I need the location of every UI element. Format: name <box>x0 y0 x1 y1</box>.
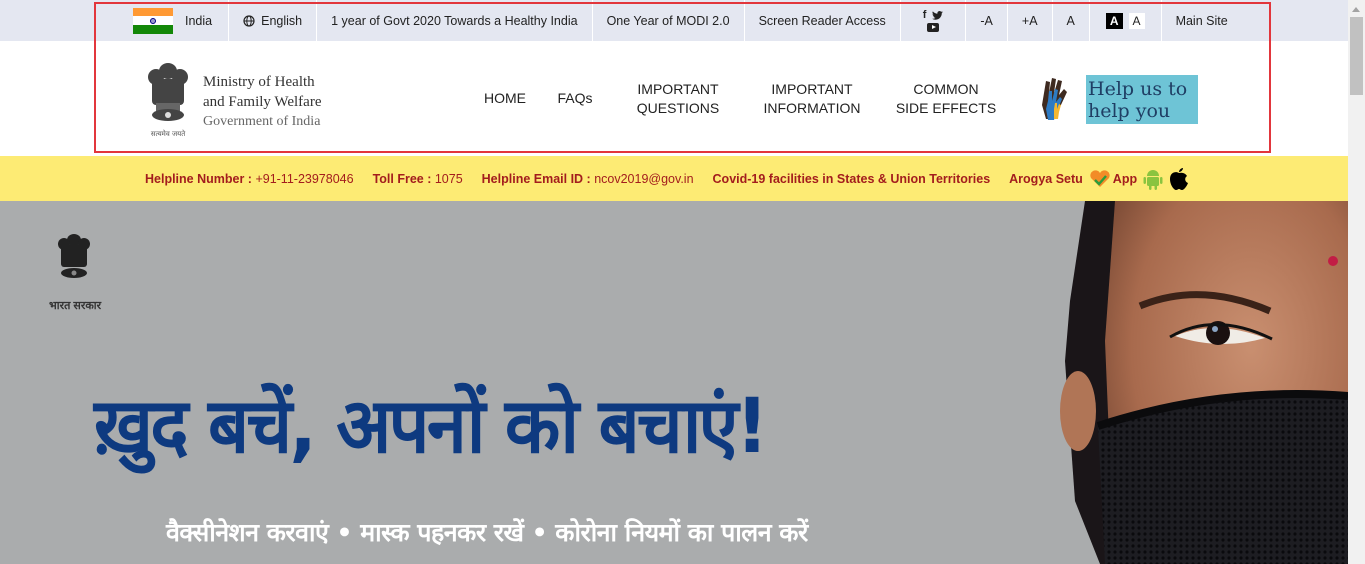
masked-woman-photo <box>1060 201 1348 564</box>
nav-label-line1: IMPORTANT <box>771 80 853 97</box>
help-line-2: help you <box>1088 99 1171 122</box>
nav-label-line1: COMMON <box>913 80 979 97</box>
national-emblem-logo[interactable]: सत्यमेव जयते <box>142 57 194 142</box>
nav-label-line1: IMPORTANT <box>637 80 719 97</box>
font-decrease-button[interactable]: -A <box>966 0 1008 41</box>
hero-govt-label: भारत सरकार <box>49 300 102 312</box>
helpline-email-value[interactable]: ncov2019@gov.in <box>591 172 693 186</box>
nav-home-label: HOME <box>484 90 526 106</box>
nav-label-line2: QUESTIONS <box>636 99 720 116</box>
hero-subtitle: वैक्सीनेशन करवाएं • मास्क पहनकर रखें • क… <box>166 518 808 547</box>
toll-free: Toll Free : 1075 <box>373 172 463 186</box>
ministry-line-1: Ministry of Health <box>203 74 315 90</box>
twitter-icon[interactable] <box>932 10 944 20</box>
helpline-number: Helpline Number : +91-11-23978046 <box>145 172 354 186</box>
nav-important-questions[interactable]: IMPORTANT QUESTIONS <box>610 80 746 118</box>
contrast-controls: A A <box>1090 0 1162 41</box>
app-label[interactable]: App <box>1113 172 1137 186</box>
helpline-strip: Helpline Number : +91-11-23978046 Toll F… <box>0 156 1348 201</box>
hero-emblem-icon <box>58 234 90 278</box>
arogya-setu-heart-icon[interactable] <box>1089 169 1111 188</box>
top-utility-bar: India English 1 year of Govt 2020 Toward… <box>0 0 1348 41</box>
covid-facilities-link[interactable]: Covid-19 facilities in States & Union Te… <box>713 172 991 186</box>
font-increase-button[interactable]: +A <box>1008 0 1053 41</box>
nav-home[interactable]: HOME <box>470 89 540 108</box>
font-reset-button[interactable]: A <box>1053 0 1090 41</box>
language-label: English <box>261 13 303 28</box>
link-modi-2[interactable]: One Year of MODI 2.0 <box>593 0 745 41</box>
help-us-banner[interactable]: Help us to help you <box>1036 75 1198 124</box>
hero-title: ख़ुद बचें, अपनों को बचाएं! <box>94 381 769 470</box>
helpline-email: Helpline Email ID : ncov2019@gov.in <box>482 172 694 186</box>
page: India English 1 year of Govt 2020 Toward… <box>0 0 1348 564</box>
nav-faqs-label: FAQs <box>557 90 593 106</box>
apple-icon[interactable] <box>1169 167 1189 191</box>
high-contrast-button[interactable]: A <box>1105 12 1123 29</box>
site-header: सत्यमेव जयते Ministry of Health and Fami… <box>0 41 1348 156</box>
main-site-link[interactable]: Main Site <box>1162 0 1242 41</box>
normal-contrast-button[interactable]: A <box>1128 12 1145 29</box>
youtube-icon[interactable] <box>927 22 940 32</box>
language-selector[interactable]: English <box>229 0 318 41</box>
help-line-1: Help us to <box>1088 77 1188 100</box>
nav-label-line2: SIDE EFFECTS <box>895 99 997 116</box>
link-healthy-india[interactable]: 1 year of Govt 2020 Towards a Healthy In… <box>317 0 593 41</box>
facebook-icon[interactable]: f <box>923 9 927 21</box>
nav-common-side-effects[interactable]: COMMON SIDE EFFECTS <box>878 80 1014 118</box>
india-flag-icon <box>133 7 173 34</box>
help-banner-text: Help us to help you <box>1088 78 1187 122</box>
hands-icon <box>1036 75 1086 124</box>
helpline-email-label: Helpline Email ID : <box>481 171 591 186</box>
nav-faqs[interactable]: FAQs <box>540 89 610 108</box>
ministry-line-2: and Family Welfare <box>203 94 322 110</box>
arogya-setu-label[interactable]: Arogya Setu <box>1009 172 1083 186</box>
helpline-number-value[interactable]: +91-11-23978046 <box>252 172 353 186</box>
ministry-name[interactable]: Ministry of Health and Family Welfare Go… <box>203 72 321 132</box>
helpline-number-label: Helpline Number : <box>145 171 252 186</box>
toll-free-label: Toll Free : <box>372 171 432 186</box>
main-nav: HOME FAQs IMPORTANT QUESTIONS IMPORTANT IN… <box>470 41 1014 156</box>
country-label: India <box>185 13 213 28</box>
emblem-motto: सत्यमेव जयते <box>151 129 186 138</box>
scrollbar-thumb[interactable] <box>1350 17 1363 95</box>
link-screen-reader[interactable]: Screen Reader Access <box>745 0 901 41</box>
page-scrollbar[interactable] <box>1348 0 1365 564</box>
android-icon[interactable] <box>1143 168 1163 190</box>
country-selector[interactable]: India <box>96 0 230 41</box>
government-label: Government of India <box>203 114 321 129</box>
nav-important-information[interactable]: IMPORTANT INFORMATION <box>746 80 878 118</box>
hero-banner[interactable]: भारत सरकार ख़ुद बचें, अपनों को बचाएं! वै… <box>0 201 1348 564</box>
nav-label-line2: INFORMATION <box>763 99 861 116</box>
toll-free-value[interactable]: 1075 <box>431 172 463 186</box>
globe-icon <box>243 14 255 27</box>
social-links: f <box>901 0 967 41</box>
scroll-up-arrow-icon[interactable] <box>1352 7 1360 12</box>
